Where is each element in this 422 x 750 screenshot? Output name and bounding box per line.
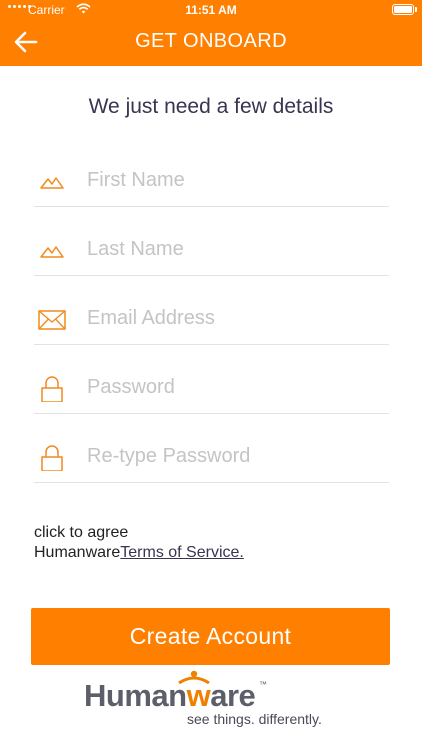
retype-password-input[interactable] <box>87 441 377 471</box>
battery-icon <box>392 4 414 15</box>
humanware-logo: Humanware ™ see things. differently. <box>84 668 344 738</box>
form-subtitle: We just need a few details <box>88 95 334 118</box>
password-input[interactable] <box>87 372 377 402</box>
mountain-icon <box>40 246 64 258</box>
email-input[interactable] <box>87 303 377 333</box>
mountain-icon <box>40 177 64 189</box>
envelope-icon <box>38 310 66 330</box>
agree-text: click to agree <box>34 524 129 541</box>
terms-of-service-link[interactable]: Terms of Service. <box>120 544 244 561</box>
agree-prefix: Humanware <box>34 544 121 561</box>
first-name-field <box>34 155 389 207</box>
first-name-input[interactable] <box>87 165 377 195</box>
email-field <box>34 293 389 345</box>
lock-icon <box>41 376 63 402</box>
password-field <box>34 362 389 414</box>
page-title: GET ONBOARD <box>135 30 287 52</box>
last-name-input[interactable] <box>87 234 377 264</box>
app-header: Carrier 11:51 AM GET ONBOARD <box>0 0 422 66</box>
logo-tagline: see things. differently. <box>187 711 322 727</box>
terms-agreement[interactable]: click to agree HumanwareTerms of Service… <box>34 523 244 563</box>
trademark-mark: ™ <box>259 680 267 689</box>
retype-password-field <box>34 431 389 483</box>
lock-icon <box>41 445 63 471</box>
last-name-field <box>34 224 389 276</box>
status-time: 11:51 AM <box>185 3 237 17</box>
logo-wordmark: Humanware <box>84 678 256 713</box>
create-account-button[interactable]: Create Account <box>31 608 390 665</box>
status-bar: Carrier 11:51 AM <box>0 0 422 20</box>
